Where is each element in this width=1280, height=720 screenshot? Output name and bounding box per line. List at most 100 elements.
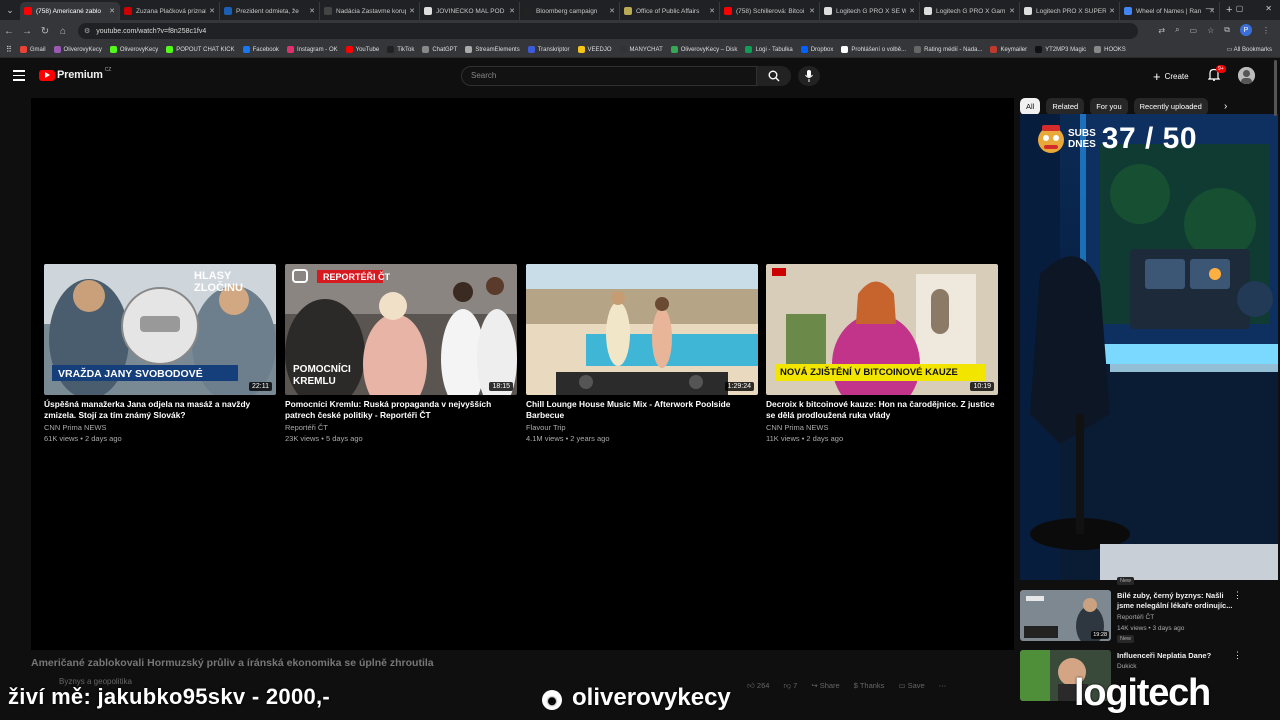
browser-tab[interactable]: (758) Americané zablo ✕ bbox=[20, 2, 120, 20]
close-tab-icon[interactable]: ✕ bbox=[709, 7, 715, 15]
recommendation-channel[interactable]: Dukick bbox=[1117, 663, 1137, 670]
endscreen-video-2[interactable]: REPORTÉŘI ČT POMOCNÍCI KREMLU 18:15 Pomo… bbox=[285, 264, 517, 443]
forward-icon[interactable]: → bbox=[18, 26, 36, 37]
chip-all[interactable]: All bbox=[1020, 98, 1041, 115]
thanks-button[interactable]: $ Thanks bbox=[854, 681, 885, 691]
more-options-icon[interactable]: ⋮ bbox=[1233, 590, 1242, 601]
endscreen-video-3[interactable]: 1:29:24 Chill Lounge House Music Mix - A… bbox=[526, 264, 758, 443]
close-tab-icon[interactable]: ✕ bbox=[809, 7, 815, 15]
like-button[interactable]: 👍︎ 264 bbox=[747, 681, 769, 691]
bookmark-item[interactable]: MANYCHAT bbox=[619, 46, 663, 53]
recommendation-channel[interactable]: Reportéři ČT bbox=[1117, 614, 1154, 621]
bookmark-item[interactable]: Dropbox bbox=[800, 46, 833, 53]
bookmark-item[interactable]: OliverovyKecy bbox=[109, 46, 158, 53]
translate-icon[interactable]: ⇄ bbox=[1158, 26, 1165, 35]
search-input[interactable]: Search bbox=[461, 66, 757, 86]
apps-icon[interactable]: ⠿ bbox=[6, 45, 12, 54]
channel-name[interactable]: Flavour Trip bbox=[526, 423, 758, 432]
more-actions-icon[interactable]: ⋯ bbox=[939, 681, 947, 691]
browser-tab[interactable]: Office of Public Affairs ✕ bbox=[620, 2, 720, 20]
close-tab-icon[interactable]: ✕ bbox=[209, 7, 215, 15]
chip-for-you[interactable]: For you bbox=[1090, 98, 1128, 115]
extensions-icon[interactable]: ⧉ bbox=[1224, 25, 1230, 35]
bookmark-item[interactable]: Gmail bbox=[19, 46, 46, 53]
account-avatar[interactable] bbox=[1238, 67, 1255, 84]
chip-recently-uploaded[interactable]: Recently uploaded bbox=[1133, 98, 1208, 115]
close-tab-icon[interactable]: ✕ bbox=[109, 7, 115, 15]
video-title[interactable]: Úspěšná manažerka Jana odjela na masáž a… bbox=[44, 399, 276, 420]
page-scrollbar[interactable] bbox=[1273, 60, 1278, 660]
endscreen-video-1[interactable]: HLASY ZLOČINU VRAŽDA JANY SVOBODOVÉ 22:1… bbox=[44, 264, 276, 443]
bookmark-item[interactable]: Prohlášení o volbě... bbox=[841, 46, 906, 53]
browser-tab[interactable]: (758) Schillerová: Bitcoi ✕ bbox=[720, 2, 820, 20]
bookmark-item[interactable]: Facebook bbox=[242, 46, 279, 53]
all-bookmarks-button[interactable]: ▭ All Bookmarks bbox=[1227, 46, 1272, 53]
bookmark-item[interactable]: Keymailer bbox=[990, 46, 1027, 53]
site-info-icon[interactable]: ⚙ bbox=[84, 27, 90, 35]
close-tab-icon[interactable]: ✕ bbox=[609, 7, 615, 15]
menu-icon[interactable] bbox=[13, 70, 25, 84]
recommendation-title[interactable]: Bílé zuby, černý byznys: Našli jsme nele… bbox=[1117, 591, 1237, 611]
bookmark-item[interactable]: OliverovyKecy – Disk bbox=[670, 46, 737, 53]
zoom-icon[interactable]: ⌕ bbox=[1175, 25, 1179, 35]
profile-avatar[interactable]: P bbox=[1240, 24, 1252, 36]
browser-tab[interactable]: Logitech G PRO X Gam ✕ bbox=[920, 2, 1020, 20]
minimize-icon[interactable]: — bbox=[1206, 4, 1214, 13]
browser-tab[interactable]: Bloomberg campaign ✕ bbox=[520, 2, 620, 20]
browser-tab[interactable]: JOVINEČKO MAL POD ✕ bbox=[420, 2, 520, 20]
video-thumbnail[interactable]: 1:29:24 bbox=[526, 264, 758, 395]
bookmark-star-icon[interactable]: ☆ bbox=[1207, 26, 1214, 35]
more-options-icon[interactable]: ⋮ bbox=[1233, 650, 1242, 661]
bookmark-item[interactable]: StreamElements bbox=[465, 46, 520, 53]
bookmark-item[interactable]: YouTube bbox=[345, 46, 379, 53]
channel-name[interactable]: CNN Prima NEWS bbox=[44, 423, 276, 432]
video-player[interactable]: HLASY ZLOČINU VRAŽDA JANY SVOBODOVÉ 22:1… bbox=[31, 98, 1014, 650]
share-button[interactable]: ↪ Share bbox=[811, 681, 839, 691]
save-button[interactable]: ▭ Save bbox=[898, 681, 924, 691]
chevron-right-icon[interactable]: › bbox=[1224, 101, 1227, 112]
tab-search-icon[interactable]: ⌄ bbox=[0, 0, 20, 20]
bookmark-item[interactable]: Instagram - OK bbox=[286, 46, 338, 53]
close-tab-icon[interactable]: ✕ bbox=[309, 7, 315, 15]
channel-name[interactable]: Reportéři ČT bbox=[285, 423, 517, 432]
video-title[interactable]: Chill Lounge House Music Mix - Afterwork… bbox=[526, 399, 758, 420]
close-tab-icon[interactable]: ✕ bbox=[509, 7, 515, 15]
browser-tab[interactable]: Prezident odmieta, že ✕ bbox=[220, 2, 320, 20]
address-bar[interactable]: ⚙ youtube.com/watch?v=f8n258c1fv4 bbox=[78, 23, 1138, 39]
browser-tab[interactable]: Nadácia Zastavme korupc ✕ bbox=[320, 2, 420, 20]
browser-tab[interactable]: Logitech G PRO X SE W ✕ bbox=[820, 2, 920, 20]
browser-menu-icon[interactable]: ⋮ bbox=[1262, 26, 1270, 35]
voice-search-button[interactable] bbox=[798, 66, 820, 86]
maximize-icon[interactable]: ▢ bbox=[1236, 4, 1244, 13]
close-tab-icon[interactable]: ✕ bbox=[909, 7, 915, 15]
bookmark-item[interactable]: Transkriptor bbox=[527, 46, 570, 53]
bookmark-item[interactable]: OliverovyKecy bbox=[53, 46, 102, 53]
video-thumbnail[interactable]: REPORTÉŘI ČT POMOCNÍCI KREMLU 18:15 bbox=[285, 264, 517, 395]
close-tab-icon[interactable]: ✕ bbox=[1009, 7, 1015, 15]
bookmark-item[interactable]: Logi - Tabulka bbox=[745, 46, 793, 53]
video-title[interactable]: Decroix k bitcoinové kauze: Hon na čarod… bbox=[766, 399, 998, 420]
youtube-logo[interactable]: Premium CZ bbox=[39, 67, 111, 81]
cast-icon[interactable]: ▭ bbox=[1190, 26, 1198, 35]
bookmark-item[interactable]: ChatGPT bbox=[422, 46, 457, 53]
recommendation-title[interactable]: Influenceři Neplatia Dane? bbox=[1117, 651, 1237, 661]
back-icon[interactable]: ← bbox=[0, 26, 18, 37]
channel-name[interactable]: CNN Prima NEWS bbox=[766, 423, 998, 432]
bookmark-item[interactable]: Rating médií - Nada... bbox=[914, 46, 982, 53]
endscreen-video-4[interactable]: NOVÁ ZJIŠTĚNÍ V BITCOINOVÉ KAUZE 10:19 D… bbox=[766, 264, 998, 443]
bookmark-item[interactable]: VEEDJO bbox=[577, 46, 612, 53]
dislike-button[interactable]: 👎︎ 7 bbox=[783, 681, 797, 691]
home-icon[interactable]: ⌂ bbox=[54, 26, 72, 37]
close-tab-icon[interactable]: ✕ bbox=[409, 7, 415, 15]
create-button[interactable]: + Create bbox=[1145, 66, 1197, 86]
notifications-button[interactable]: 9+ bbox=[1207, 65, 1226, 86]
search-button[interactable] bbox=[757, 66, 791, 86]
close-tab-icon[interactable]: ✕ bbox=[1109, 7, 1115, 15]
reload-icon[interactable]: ↻ bbox=[36, 26, 54, 37]
close-window-icon[interactable]: ✕ bbox=[1265, 4, 1272, 13]
bookmark-item[interactable]: TikTok bbox=[387, 46, 414, 53]
scrollbar-thumb[interactable] bbox=[1274, 60, 1277, 116]
browser-tab[interactable]: Zuzana Plačková priznal ✕ bbox=[120, 2, 220, 20]
bookmark-item[interactable]: POPOUT CHAT KICK bbox=[166, 46, 235, 53]
chip-related[interactable]: Related bbox=[1046, 98, 1085, 115]
